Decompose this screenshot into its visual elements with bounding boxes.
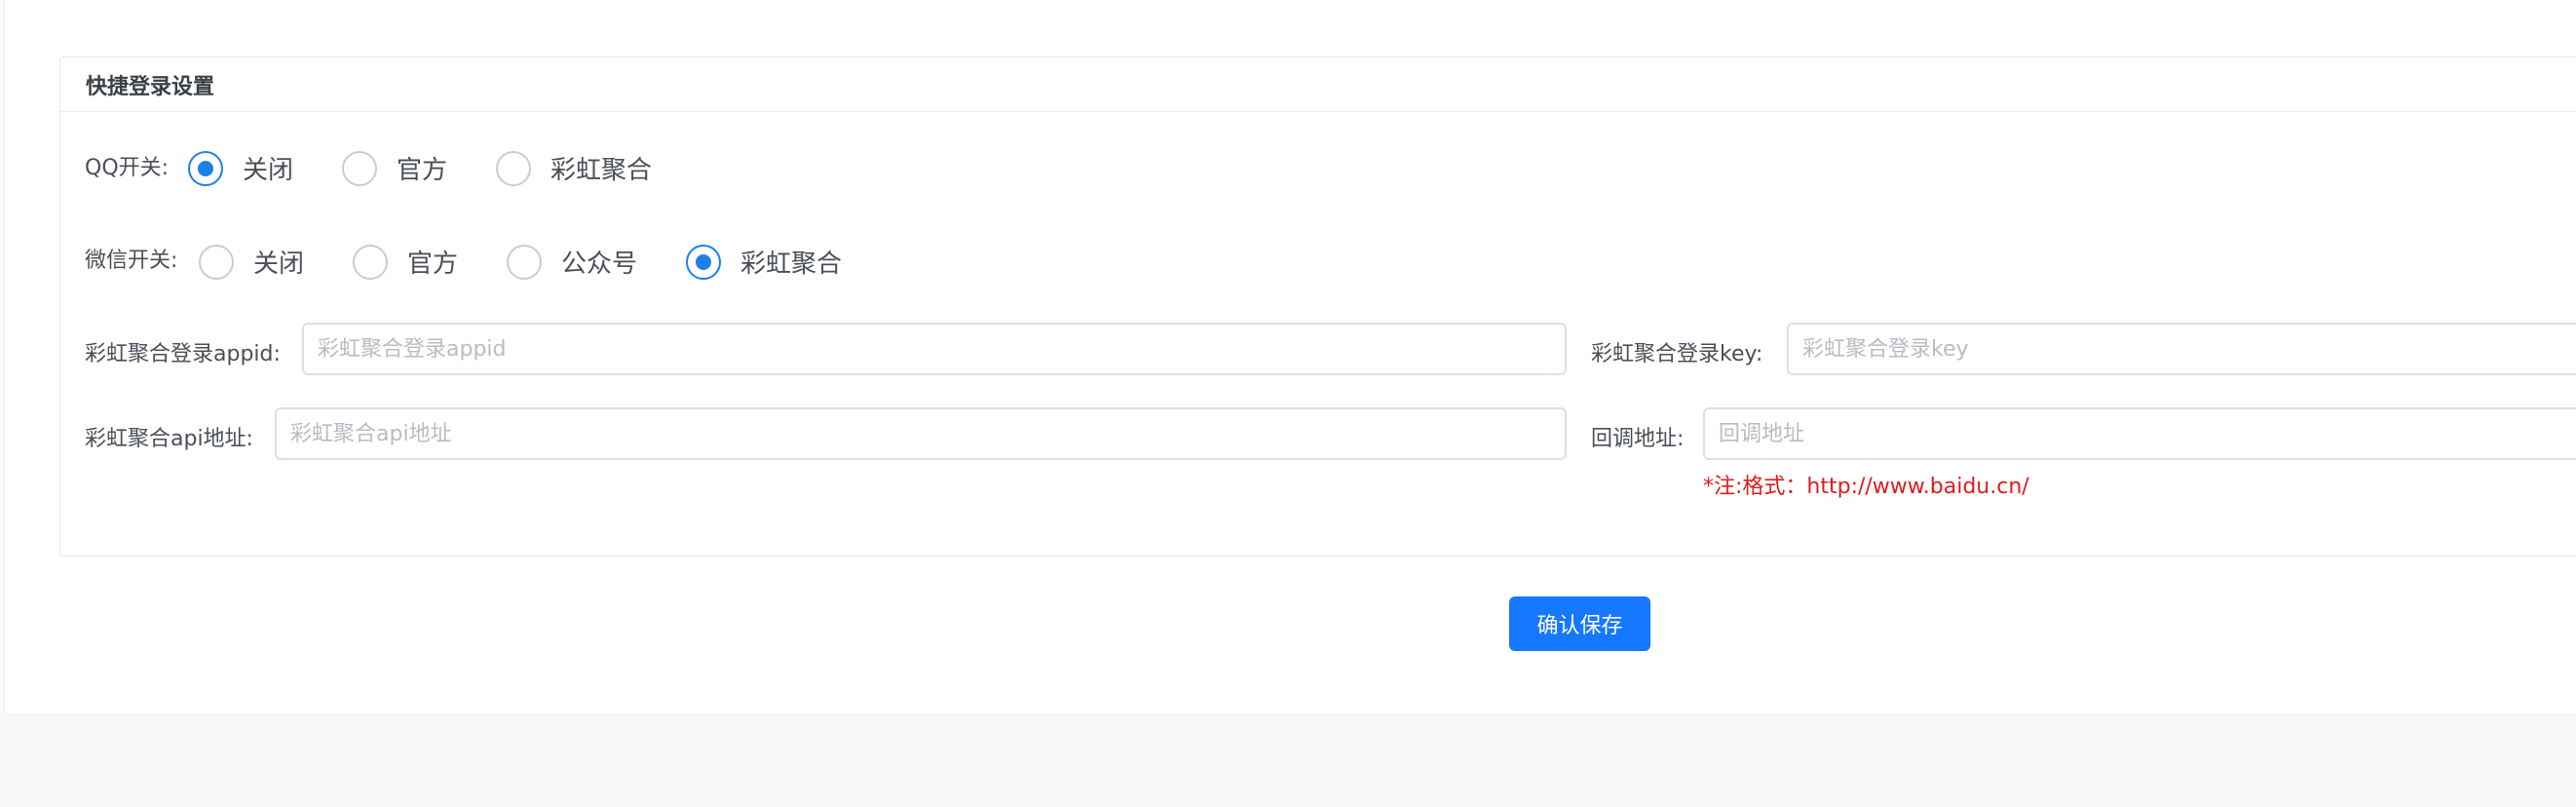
radio-unchecked-icon [199,244,234,280]
wechat-radio-official-account[interactable]: 公众号 [507,244,637,280]
qq-switch-radio-group: 关闭 官方 彩虹聚合 [188,150,652,186]
key-label: 彩虹聚合登录key: [1591,342,1763,366]
api-url-input[interactable] [275,407,1567,460]
radio-unchecked-icon [507,244,543,280]
callback-format-note: *注:格式：http://www.baidu.cn/ [1703,475,2029,499]
appid-label: 彩虹聚合登录appid: [85,342,281,366]
wechat-radio-off[interactable]: 关闭 [199,244,304,280]
settings-card: 快捷登录设置 QQ开关: 关闭 官方 彩虹聚合 微信开关: 关闭 官方 公众号 … [4,0,2576,715]
qq-radio-official[interactable]: 官方 [342,150,447,186]
callback-input[interactable] [1703,407,2576,460]
qq-radio-off[interactable]: 关闭 [188,150,293,186]
qq-switch-label: QQ开关: [85,156,170,180]
qq-radio-caihong[interactable]: 彩虹聚合 [496,150,652,186]
save-button[interactable]: 确认保存 [1509,596,1650,651]
radio-checked-icon [188,150,223,186]
wechat-radio-caihong[interactable]: 彩虹聚合 [686,244,842,280]
radio-checked-icon [686,244,722,280]
quick-login-panel: 快捷登录设置 QQ开关: 关闭 官方 彩虹聚合 微信开关: 关闭 官方 公众号 … [59,57,2576,557]
radio-unchecked-icon [496,150,532,186]
key-input[interactable] [1787,323,2576,375]
appid-input[interactable] [302,323,1567,375]
api-url-label: 彩虹聚合api地址: [85,427,253,451]
wechat-switch-radio-group: 关闭 官方 公众号 彩虹聚合 [199,244,842,280]
radio-unchecked-icon [353,244,389,280]
wechat-radio-official[interactable]: 官方 [353,244,458,280]
wechat-switch-label: 微信开关: [85,249,178,273]
panel-title: 快捷登录设置 [60,58,2576,112]
radio-unchecked-icon [342,150,378,186]
callback-label: 回调地址: [1591,427,1685,451]
